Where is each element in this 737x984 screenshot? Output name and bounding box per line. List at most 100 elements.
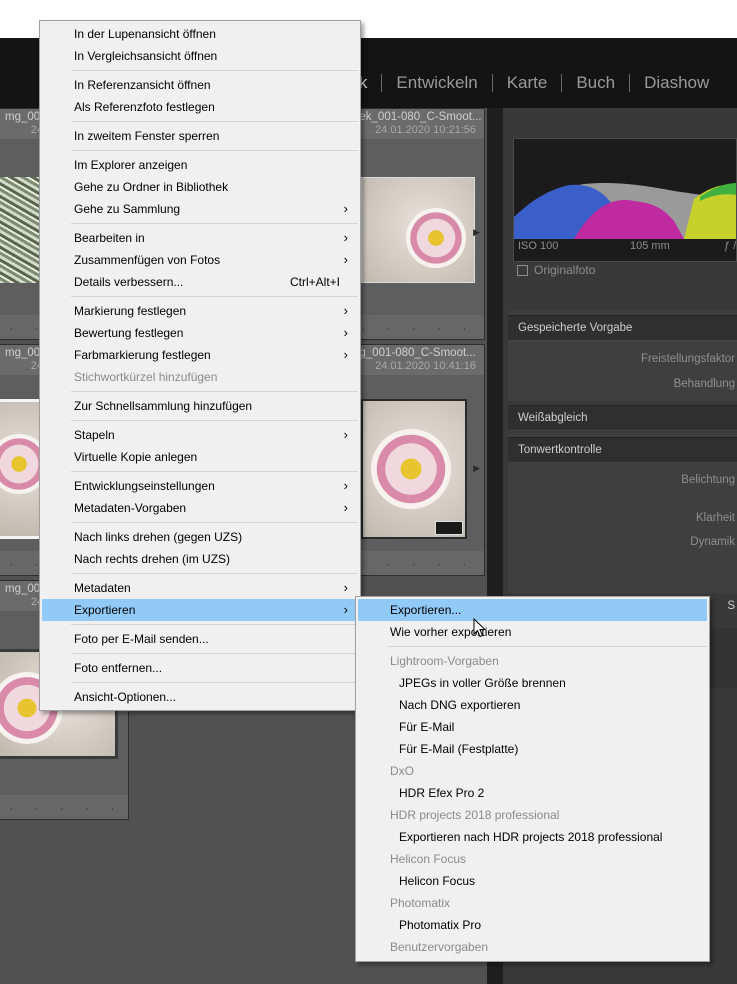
original-photo-toggle[interactable]: Originalfoto [517,263,595,277]
menu-item-set-rating[interactable]: Bewertung festlegen › [42,322,358,344]
menu-group-label: Lightroom-Vorgaben [390,654,499,668]
focal-length: 105 mm [630,240,670,252]
module-map[interactable]: Karte [493,73,562,93]
submenu-item-photomatix-pro[interactable]: Photomatix Pro [358,914,707,936]
menu-item-stacking[interactable]: Stapeln › [42,424,358,446]
submenu-item-export-hdr-projects[interactable]: Exportieren nach HDR projects 2018 profe… [358,826,707,848]
chevron-right-icon: › [343,500,348,515]
section-saved-preset[interactable]: Gespeicherte Vorgabe [508,315,737,341]
cell-footer: · · · · · [351,315,484,339]
menu-item-open-compare[interactable]: In Vergleichsansicht öffnen [42,45,358,67]
module-book[interactable]: Buch [562,73,629,93]
menu-separator [71,624,358,625]
menu-item-virtual-copy[interactable]: Virtuelle Kopie anlegen [42,446,358,468]
menu-item-metadata-presets[interactable]: Metadaten-Vorgaben › [42,497,358,519]
chevron-right-icon: › [343,478,348,493]
aperture-value: ƒ / [724,240,737,252]
thumbnail[interactable] [361,399,467,539]
label-vibrance: Dynamik [690,536,735,548]
menu-item-label: In der Lupenansicht öffnen [74,27,216,41]
menu-item-view-options[interactable]: Ansicht-Optionen... [42,686,358,708]
submenu-item-hdr-efex[interactable]: HDR Efex Pro 2 [358,782,707,804]
context-menu: In der Lupenansicht öffnen In Vergleichs… [39,20,361,711]
menu-item-rotate-right[interactable]: Nach rechts drehen (im UZS) [42,548,358,570]
menu-item-label: Nach links drehen (gegen UZS) [74,530,243,544]
capture-date: 24.01.2020 10:41:16 [375,360,476,372]
menu-item-email-photo[interactable]: Foto per E-Mail senden... [42,628,358,650]
section-white-balance[interactable]: Weißabgleich [508,405,737,431]
histogram: ISO 100 105 mm ƒ / [513,138,737,262]
grid-cell[interactable]: ng_001-080_C-Smoot... 24.01.2020 10:41:1… [350,344,485,576]
module-slideshow[interactable]: Diashow [630,73,723,93]
menu-item-open-loupe[interactable]: In der Lupenansicht öffnen [42,23,358,45]
menu-item-label: In Vergleichsansicht öffnen [74,49,218,63]
menu-item-add-quick-collection[interactable]: Zur Schnellsammlung hinzufügen [42,395,358,417]
chevron-right-icon: › [343,303,348,318]
menu-item-label: In Referenzansicht öffnen [74,78,211,92]
menu-item-label: In zweitem Fenster sperren [74,129,220,143]
menu-separator [71,471,358,472]
module-develop[interactable]: Entwickeln [382,73,491,93]
menu-item-label: Gehe zu Ordner in Bibliothek [74,180,229,194]
flower-image [371,429,451,509]
submenu-group-helicon: Helicon Focus [358,848,707,870]
menu-item-label: Markierung festlegen [74,304,187,318]
chevron-right-icon: › [343,427,348,442]
submenu-item-export-previous[interactable]: Wie vorher exportieren [358,621,707,643]
menu-item-export[interactable]: Exportieren › [42,599,358,621]
menu-item-label: JPEGs in voller Größe brennen [399,676,566,690]
menu-item-rotate-left[interactable]: Nach links drehen (gegen UZS) [42,526,358,548]
menu-item-enhance-details[interactable]: Details verbessern... Ctrl+Alt+I [42,271,358,293]
label-exposure: Belichtung [681,474,735,486]
menu-item-set-flag[interactable]: Markierung festlegen › [42,300,358,322]
menu-item-edit-in[interactable]: Bearbeiten in › [42,227,358,249]
menu-item-label: Zur Schnellsammlung hinzufügen [74,399,253,413]
arrow-right-icon[interactable]: ▶ [473,463,480,474]
menu-item-remove-photo[interactable]: Foto entfernen... [42,657,358,679]
menu-separator [71,70,358,71]
menu-separator [71,522,358,523]
menu-item-label: Zusammenfügen von Fotos [74,253,221,267]
menu-item-label: Metadaten [74,581,131,595]
menu-group-label: Benutzervorgaben [390,940,489,954]
submenu-item-export-dng[interactable]: Nach DNG exportieren [358,694,707,716]
cell-footer: · · · · · [0,795,128,819]
menu-item-go-to-folder[interactable]: Gehe zu Ordner in Bibliothek [42,176,358,198]
menu-item-label: Stichwortkürzel hinzufügen [74,370,218,384]
menu-item-label: Foto per E-Mail senden... [74,632,209,646]
menu-separator [71,653,358,654]
menu-item-label: Exportieren [74,603,136,617]
menu-item-show-explorer[interactable]: Im Explorer anzeigen [42,154,358,176]
chevron-right-icon: › [343,580,348,595]
original-photo-label: Originalfoto [534,263,596,277]
menu-item-set-color-label[interactable]: Farbmarkierung festlegen › [42,344,358,366]
export-submenu: Exportieren... Wie vorher exportieren Li… [355,596,710,962]
menu-item-go-to-collection[interactable]: Gehe zu Sammlung › [42,198,358,220]
submenu-item-helicon-focus[interactable]: Helicon Focus [358,870,707,892]
cell-header: hek_001-080_C-Smoot... 24.01.2020 10:21:… [351,109,484,139]
submenu-item-export[interactable]: Exportieren... [358,599,707,621]
thumbnail[interactable] [361,177,475,283]
menu-item-develop-settings[interactable]: Entwicklungseinstellungen › [42,475,358,497]
menu-item-label: Bearbeiten in [74,231,145,245]
menu-item-label: Details verbessern... [74,275,184,289]
file-name: ng_001-080_C-Smoot... [353,347,476,359]
submenu-item-for-email-disk[interactable]: Für E-Mail (Festplatte) [358,738,707,760]
menu-item-set-reference[interactable]: Als Referenzfoto festlegen [42,96,358,118]
label-treatment: Behandlung [673,378,735,390]
grid-cell[interactable]: hek_001-080_C-Smoot... 24.01.2020 10:21:… [350,108,485,340]
menu-item-lock-second-window[interactable]: In zweitem Fenster sperren [42,125,358,147]
submenu-item-for-email[interactable]: Für E-Mail [358,716,707,738]
menu-item-open-reference[interactable]: In Referenzansicht öffnen [42,74,358,96]
menu-separator [71,296,358,297]
menu-item-merge-photos[interactable]: Zusammenfügen von Fotos › [42,249,358,271]
submenu-group-dxo: DxO [358,760,707,782]
capture-date: 24.01.2020 10:21:56 [375,124,476,136]
section-tone-control[interactable]: Tonwertkontrolle [508,437,737,463]
arrow-right-icon[interactable]: ▶ [473,227,480,238]
menu-item-metadata[interactable]: Metadaten › [42,577,358,599]
rating-dots: · · · · · [361,557,476,571]
submenu-item-burn-full-jpegs[interactable]: JPEGs in voller Größe brennen [358,672,707,694]
submenu-group-lightroom-presets: Lightroom-Vorgaben [358,650,707,672]
checkbox-icon[interactable] [517,264,528,276]
